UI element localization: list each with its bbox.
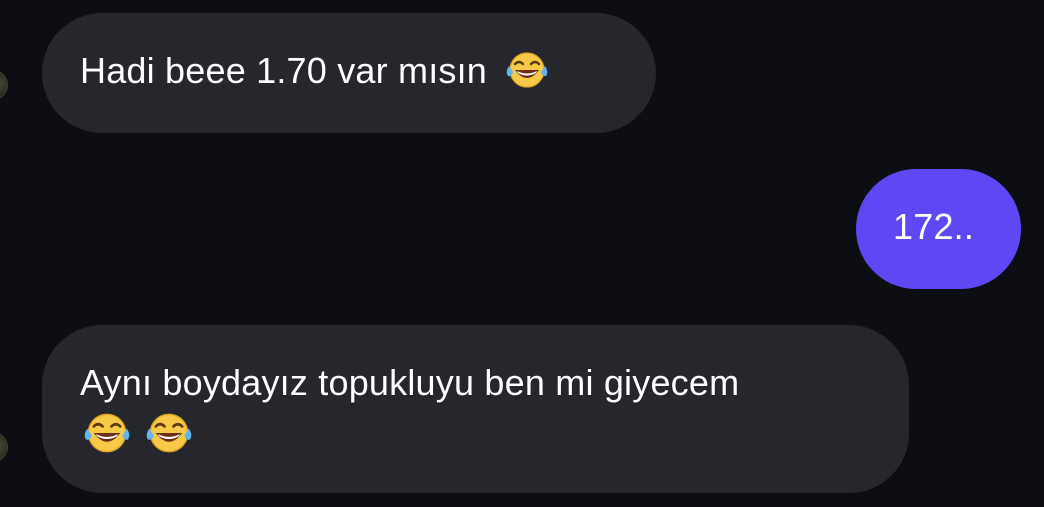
contact-avatar[interactable] (0, 70, 8, 100)
message-bubble-incoming[interactable]: Aynı boydayız topukluyu ben mi giyecem (42, 325, 909, 493)
chat-conversation: Hadi beee 1.70 var mısın 172.. Aynı boyd… (0, 0, 1044, 507)
contact-avatar[interactable] (0, 432, 8, 462)
emoji-row (80, 411, 879, 455)
face-with-tears-of-joy-icon (80, 411, 134, 465)
message-text: Hadi beee 1.70 var mısın (80, 50, 488, 91)
message-bubble-outgoing[interactable]: 172.. (856, 169, 1021, 289)
face-with-tears-of-joy-icon (142, 411, 196, 465)
message-text: 172.. (893, 206, 975, 247)
message-bubble-incoming[interactable]: Hadi beee 1.70 var mısın (42, 13, 656, 133)
message-text: Aynı boydayız topukluyu ben mi giyecem (80, 362, 740, 403)
face-with-tears-of-joy-icon (505, 50, 549, 100)
